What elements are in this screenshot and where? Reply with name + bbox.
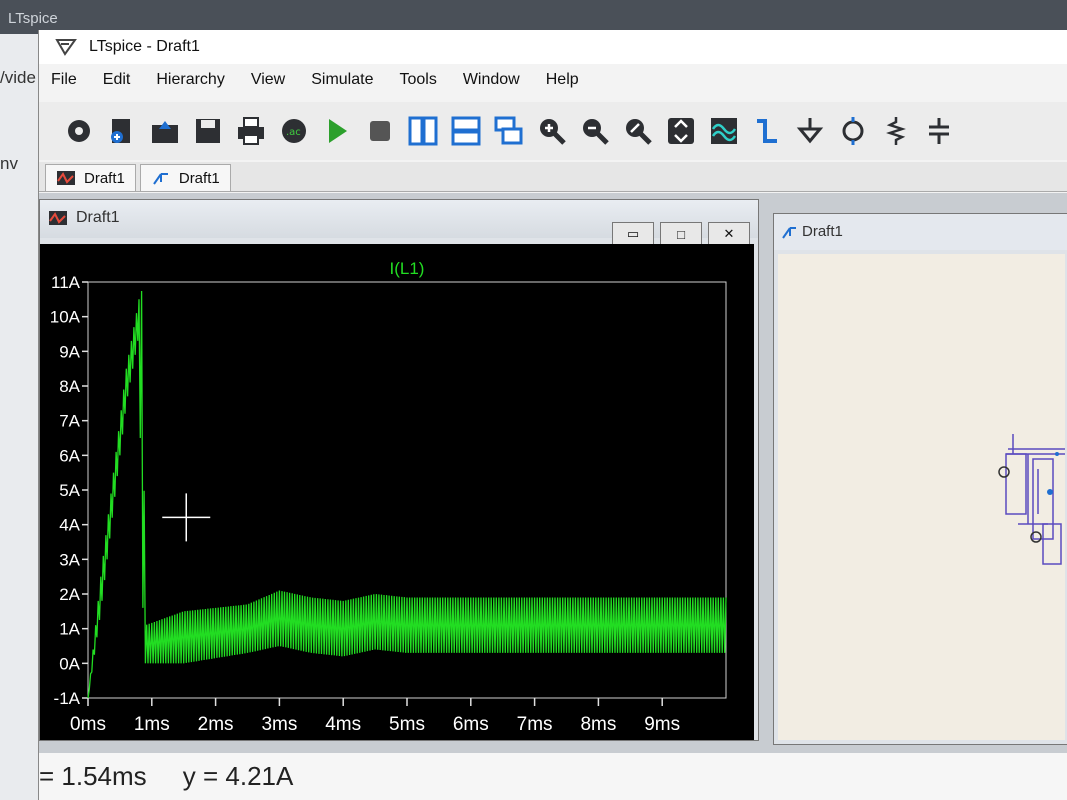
- tab-label: Draft1: [178, 169, 220, 187]
- y-tick-label: 8A: [59, 377, 80, 396]
- trace-i-l1[interactable]: [87, 290, 727, 699]
- y-tick-label: 9A: [59, 342, 80, 361]
- y-tick-label: 1A: [59, 620, 80, 639]
- tile-horizontal-icon[interactable]: [446, 111, 486, 151]
- waveform-tab-icon: [56, 170, 76, 186]
- x-tick-label: 2ms: [198, 714, 234, 735]
- x-tick-label: 5ms: [389, 714, 425, 735]
- close-button[interactable]: ✕: [708, 222, 750, 246]
- component-icon[interactable]: [833, 111, 873, 151]
- menu-hierarchy[interactable]: Hierarchy: [144, 71, 238, 89]
- x-tick-label: 9ms: [644, 714, 680, 735]
- x-tick-label: 7ms: [517, 714, 553, 735]
- browser-side-text: nv: [0, 154, 18, 173]
- cursor-readout: = 1.54ms y = 4.21A: [39, 761, 294, 791]
- trace-label[interactable]: I(L1): [390, 259, 425, 278]
- menu-window[interactable]: Window: [451, 71, 534, 89]
- waveform-window-title: Draft1: [76, 209, 120, 226]
- x-tick-label: 1ms: [134, 714, 170, 735]
- pan-icon[interactable]: [661, 111, 701, 151]
- x-tick-label: 6ms: [453, 714, 489, 735]
- settings-icon[interactable]: [59, 111, 99, 151]
- ac-analysis-icon[interactable]: .ac: [274, 111, 314, 151]
- waveform-plot-svg[interactable]: 11A 10A 9A 8A 7A 6A 5A 4A 3A 2A 1A 0A -1A 0ms 1ms 2ms 3m…: [40, 244, 754, 740]
- waveform-icon[interactable]: [704, 111, 744, 151]
- y-tick-label: 5A: [59, 481, 80, 500]
- window-titlebar: LTspice - Draft1: [39, 30, 1067, 64]
- save-icon[interactable]: [188, 111, 228, 151]
- browser-side-text: /vide: [0, 68, 36, 87]
- waveform-window: Draft1 ▭ □ ✕ 11A 10A 9A 8A 7A 6A 5A 4A 3A 2A 1A 0A -…: [39, 199, 759, 741]
- restore-button[interactable]: □: [660, 222, 702, 246]
- waveform-window-titlebar: Draft1 ▭ □ ✕: [40, 200, 758, 246]
- menu-edit[interactable]: Edit: [91, 71, 145, 89]
- document-tabs: Draft1 Draft1: [39, 162, 1067, 192]
- cascade-icon[interactable]: [489, 111, 529, 151]
- x-tick-label: 3ms: [261, 714, 297, 735]
- mdi-workspace: Draft1 ▭ □ ✕ 11A 10A 9A 8A 7A 6A 5A 4A 3A 2A 1A 0A -…: [39, 193, 1067, 800]
- schematic-window: Draft1: [773, 213, 1067, 745]
- ground-icon[interactable]: [790, 111, 830, 151]
- schematic-window-titlebar: Draft1: [774, 214, 1067, 250]
- window-title: LTspice - Draft1: [89, 38, 200, 55]
- x-tick-label: 0ms: [70, 714, 106, 735]
- menu-file[interactable]: File: [39, 71, 91, 89]
- schematic-tab-icon: [151, 170, 171, 186]
- new-schematic-icon[interactable]: [102, 111, 142, 151]
- halt-icon[interactable]: [360, 111, 400, 151]
- y-tick-label: 4A: [59, 516, 80, 535]
- x-tick-label: 8ms: [580, 714, 616, 735]
- run-icon[interactable]: [317, 111, 357, 151]
- menu-help[interactable]: Help: [534, 71, 593, 89]
- browser-sidebar: /vide nv: [0, 34, 40, 800]
- ltspice-window: LTspice - Draft1 File Edit Hierarchy Vie…: [38, 30, 1067, 800]
- tile-vertical-icon[interactable]: [403, 111, 443, 151]
- y-tick-label: 10A: [50, 308, 81, 327]
- resistor-icon[interactable]: [876, 111, 916, 151]
- waveform-window-icon: [48, 210, 68, 231]
- y-tick-label: 7A: [59, 412, 80, 431]
- svg-text:.ac: .ac: [286, 127, 301, 138]
- tab-waveform[interactable]: Draft1: [45, 164, 136, 191]
- minimize-button[interactable]: ▭: [612, 222, 654, 246]
- y-tick-label: 3A: [59, 550, 80, 569]
- y-tick-label: -1A: [54, 689, 81, 708]
- tab-schematic[interactable]: Draft1: [139, 164, 231, 191]
- schematic-canvas[interactable]: [778, 254, 1065, 740]
- wire-icon[interactable]: [747, 111, 787, 151]
- tab-label: Draft1: [84, 169, 125, 187]
- menu-bar: File Edit Hierarchy View Simulate Tools …: [39, 66, 1067, 94]
- zoom-in-icon[interactable]: [532, 111, 572, 151]
- menu-simulate[interactable]: Simulate: [299, 71, 387, 89]
- waveform-plot[interactable]: 11A 10A 9A 8A 7A 6A 5A 4A 3A 2A 1A 0A -1A 0ms 1ms 2ms 3m…: [40, 244, 754, 740]
- schematic-window-icon: [780, 224, 798, 245]
- menu-view[interactable]: View: [239, 71, 299, 89]
- zoom-out-icon[interactable]: [575, 111, 615, 151]
- schematic-drawing: [998, 434, 1065, 565]
- window-buttons: ▭ □ ✕: [606, 222, 750, 246]
- y-tick-label: 2A: [59, 585, 80, 604]
- y-tick-label: 6A: [59, 446, 80, 465]
- ltspice-logo-icon: [53, 36, 79, 58]
- browser-tab-title[interactable]: LTspice: [8, 10, 58, 27]
- x-tick-label: 4ms: [325, 714, 361, 735]
- y-tick-label: 0A: [59, 654, 80, 673]
- capacitor-icon[interactable]: [919, 111, 959, 151]
- y-tick-label: 11A: [51, 273, 81, 292]
- menu-tools[interactable]: Tools: [387, 71, 450, 89]
- print-icon[interactable]: [231, 111, 271, 151]
- schematic-window-title: Draft1: [802, 223, 843, 240]
- open-icon[interactable]: [145, 111, 185, 151]
- browser-tab-bar: LTspice: [0, 0, 1067, 34]
- status-bar: = 1.54ms y = 4.21A: [39, 753, 1067, 800]
- zoom-fit-icon[interactable]: [618, 111, 658, 151]
- toolbar: .ac: [39, 102, 1067, 160]
